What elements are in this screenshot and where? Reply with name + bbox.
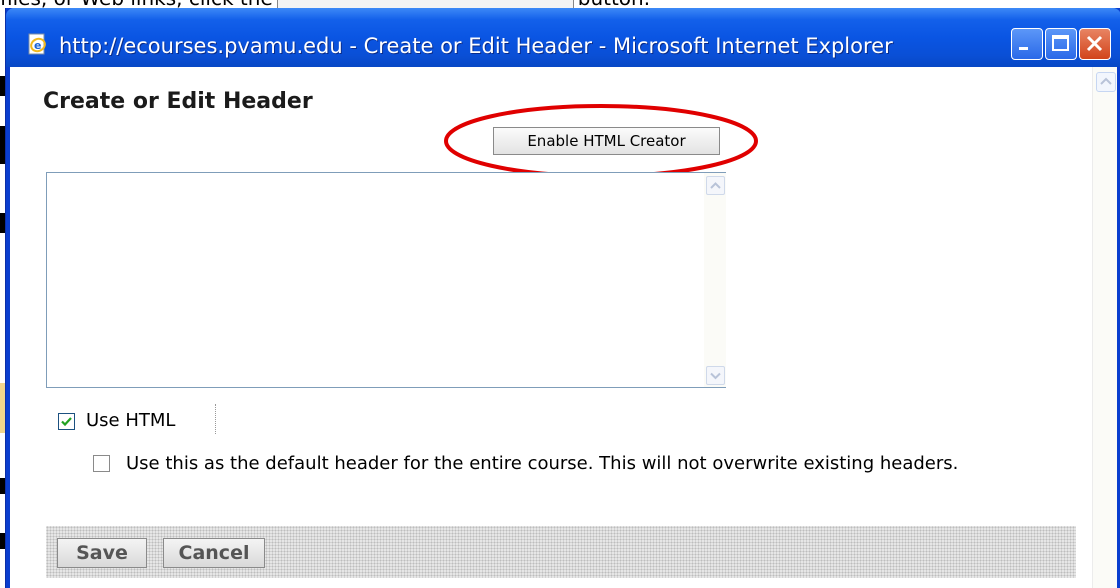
highlight-ellipse <box>444 104 758 178</box>
header-text-editor[interactable] <box>46 172 726 388</box>
use-html-label: Use HTML <box>86 410 176 431</box>
ie-popup-window: e http://ecourses.pvamu.edu - Create or … <box>5 8 1120 588</box>
editor-scrollbar[interactable] <box>704 173 726 387</box>
background-button-outline <box>276 0 574 8</box>
ie-page-icon: e <box>28 33 46 55</box>
background-text-after: button. <box>578 0 650 8</box>
window-scroll-up-button[interactable] <box>1096 72 1116 92</box>
svg-text:e: e <box>34 39 41 52</box>
editor-scroll-down-button[interactable] <box>706 366 725 385</box>
cancel-button[interactable]: Cancel <box>163 538 265 568</box>
separator <box>215 404 216 434</box>
close-icon <box>1086 35 1103 52</box>
default-header-label: Use this as the default header for the e… <box>126 453 959 474</box>
minimize-button[interactable] <box>1011 28 1043 60</box>
minimize-icon <box>1019 47 1028 50</box>
button-bar: Save Cancel <box>46 526 1076 578</box>
chevron-up-icon <box>710 182 721 189</box>
use-html-checkbox[interactable] <box>58 413 75 430</box>
page-title: Create or Edit Header <box>43 89 313 114</box>
chevron-up-icon <box>1100 77 1112 85</box>
chevron-down-icon <box>710 372 721 380</box>
save-button[interactable]: Save <box>57 538 147 568</box>
maximize-button[interactable] <box>1045 28 1077 60</box>
checkmark-icon <box>61 417 72 427</box>
close-button[interactable] <box>1079 28 1111 60</box>
title-bar[interactable]: e http://ecourses.pvamu.edu - Create or … <box>6 8 1120 67</box>
window-title: http://ecourses.pvamu.edu - Create or Ed… <box>59 34 893 58</box>
maximize-icon <box>1052 35 1069 51</box>
background-instruction-text: files, or Web links, click the button. <box>0 0 1120 8</box>
window-scrollbar[interactable] <box>1092 67 1117 588</box>
dialog-content: Create or Edit Header Enable HTML Creato… <box>10 67 1117 588</box>
background-text-before: files, or Web links, click the <box>0 0 273 8</box>
editor-scroll-up-button[interactable] <box>706 176 725 195</box>
